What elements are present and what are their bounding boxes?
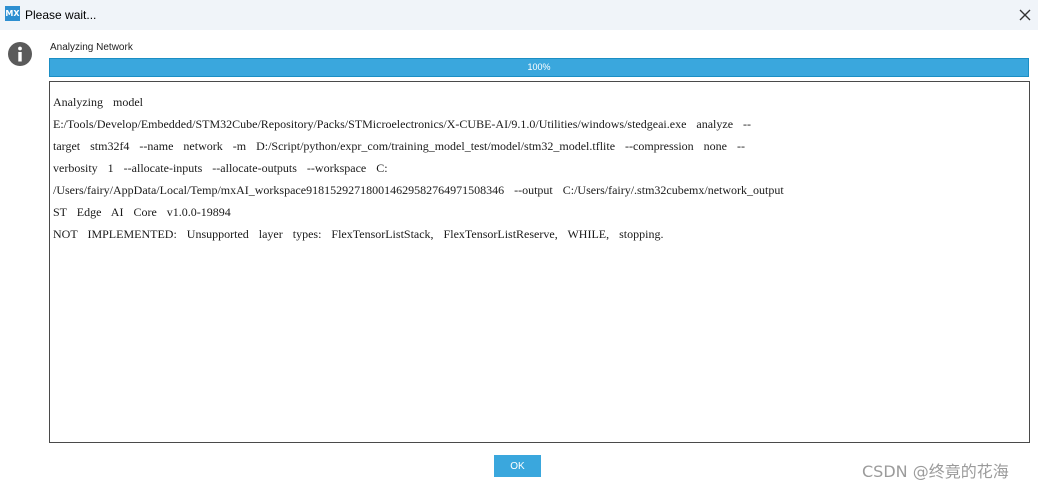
close-button[interactable]	[1014, 4, 1036, 26]
progress-bar: 100%	[49, 58, 1029, 77]
log-line: ST Edge AI Core v1.0.0-19894	[53, 205, 231, 219]
log-line: verbosity 1 --allocate-inputs --allocate…	[53, 161, 388, 175]
log-output[interactable]: Analyzing model E:/Tools/Develop/Embedded…	[49, 81, 1030, 443]
app-logo-icon: MX	[5, 6, 20, 21]
log-line: target stm32f4 --name network -m D:/Scri…	[53, 139, 745, 153]
log-line: E:/Tools/Develop/Embedded/STM32Cube/Repo…	[53, 117, 752, 131]
log-line: NOT IMPLEMENTED: Unsupported layer types…	[53, 227, 664, 241]
log-line: Analyzing model	[53, 95, 143, 109]
progress-text: 100%	[527, 62, 551, 72]
ok-button[interactable]: OK	[494, 455, 541, 477]
info-icon	[8, 42, 32, 66]
status-label: Analyzing Network	[50, 42, 133, 53]
title-bar: MX Please wait...	[0, 0, 1038, 30]
log-line: /Users/fairy/AppData/Local/Temp/mxAI_wor…	[53, 183, 784, 197]
watermark: CSDN @终竟的花海	[862, 462, 1009, 481]
close-icon	[1019, 9, 1031, 21]
window-title: Please wait...	[25, 8, 97, 22]
